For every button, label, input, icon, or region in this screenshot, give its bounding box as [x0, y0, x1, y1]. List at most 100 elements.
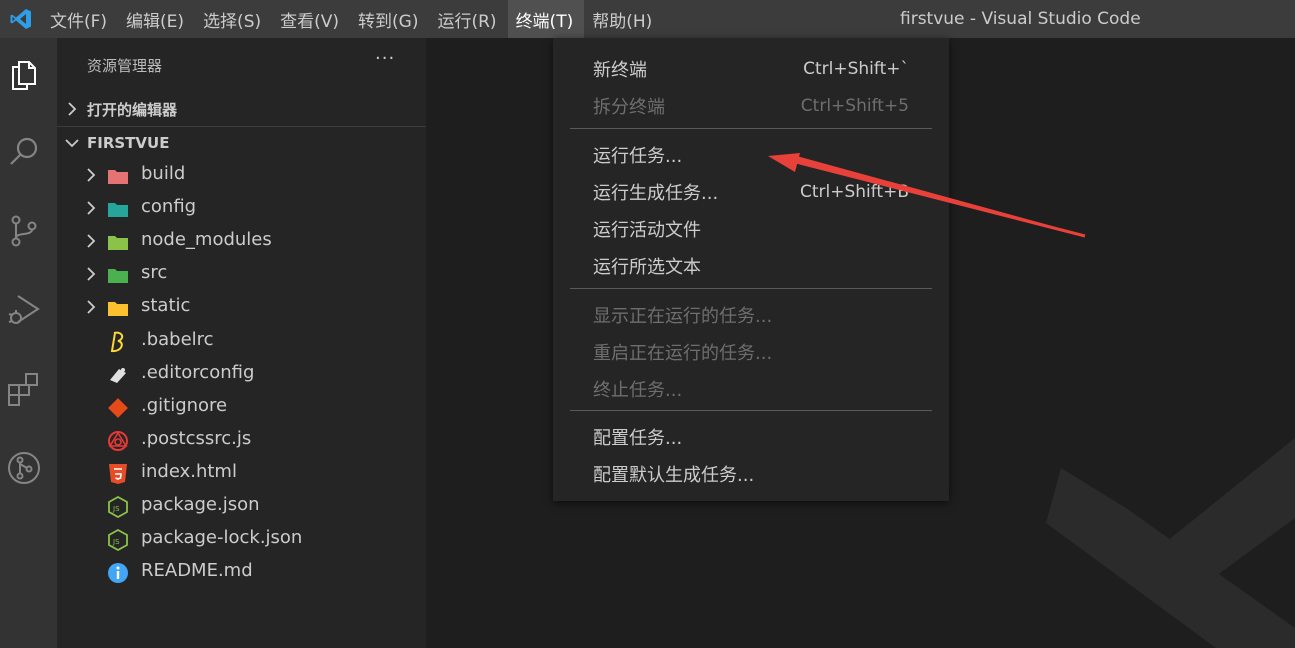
project-section[interactable]: FIRSTVUE: [57, 128, 426, 158]
terminal-menu-item[interactable]: 运行所选文本: [553, 247, 949, 284]
nodejs-icon: JS: [107, 529, 129, 551]
menu-item-label: 运行生成任务...: [593, 182, 719, 204]
tree-item-label: static: [141, 295, 191, 316]
chevron-right-icon: [85, 266, 97, 287]
tree-item-label: .editorconfig: [141, 362, 255, 383]
chevron-down-icon: [57, 137, 87, 149]
menu-separator: [570, 288, 932, 289]
terminal-dropdown-menu: 新终端 Ctrl+Shift+` 拆分终端 Ctrl+Shift+5 运行任务... 运行…: [553, 38, 949, 501]
explorer-sidebar: 资源管理器 ··· 打开的编辑器 FIRSTVUE build config nod…: [57, 38, 426, 648]
folder-config-icon: [107, 198, 129, 220]
activity-bar: [0, 38, 57, 648]
tree-item-label: README.md: [141, 560, 253, 581]
file-row[interactable]: .babelrc: [57, 325, 426, 358]
editorconfig-icon: [107, 364, 129, 386]
terminal-menu-item[interactable]: 运行生成任务... Ctrl+Shift+B: [553, 173, 949, 210]
tree-item-label: config: [141, 196, 197, 217]
chevron-right-icon: [85, 167, 97, 188]
menu-item-label: 显示正在运行的任务...: [593, 305, 773, 327]
babel-icon: [107, 331, 129, 353]
chevron-right-icon: [57, 102, 87, 116]
file-row[interactable]: .editorconfig: [57, 358, 426, 391]
menu-item-shortcut: Ctrl+Shift+B: [799, 181, 909, 202]
menu-item-label: 配置任务...: [593, 427, 683, 449]
vscode-logo-icon: [0, 0, 42, 38]
file-row[interactable]: index.html: [57, 457, 426, 490]
chevron-right-icon: [85, 299, 97, 320]
terminal-menu-item[interactable]: 新终端 Ctrl+Shift+`: [553, 50, 949, 87]
menu-item-label: 新终端: [593, 59, 647, 81]
open-editors-section[interactable]: 打开的编辑器: [57, 94, 426, 124]
tree-item-label: package-lock.json: [141, 527, 303, 548]
menu-item[interactable]: 运行(R): [429, 0, 507, 38]
terminal-menu-item[interactable]: 运行任务...: [553, 136, 949, 173]
file-row[interactable]: JS package.json: [57, 490, 426, 523]
info-icon: [107, 562, 129, 584]
files-icon[interactable]: [0, 51, 48, 99]
menu-item[interactable]: 查看(V): [272, 0, 350, 38]
folder-row[interactable]: build: [57, 159, 426, 192]
svg-text:JS: JS: [112, 505, 120, 513]
postcss-icon: [107, 430, 129, 452]
folder-row[interactable]: src: [57, 258, 426, 291]
terminal-menu-item: 终止任务...: [553, 370, 949, 407]
terminal-menu-item[interactable]: 配置任务...: [553, 418, 949, 455]
file-row[interactable]: .postcssrc.js: [57, 424, 426, 457]
terminal-menu-item[interactable]: 配置默认生成任务...: [553, 455, 949, 492]
file-row[interactable]: JS package-lock.json: [57, 523, 426, 556]
title-bar: 文件(F) 编辑(E) 选择(S) 查看(V) 转到(G) 运行(R) 终端(T) 帮助(H)…: [0, 0, 1295, 38]
project-label: FIRSTVUE: [87, 134, 170, 152]
tree-item-label: .postcssrc.js: [141, 428, 252, 449]
folder-row[interactable]: config: [57, 192, 426, 225]
git-icon: [107, 397, 129, 419]
more-actions-button[interactable]: ···: [375, 48, 395, 69]
terminal-menu-item: 显示正在运行的任务...: [553, 296, 949, 333]
file-row[interactable]: README.md: [57, 556, 426, 589]
source-control-icon[interactable]: [0, 207, 48, 255]
folder-row[interactable]: node_modules: [57, 225, 426, 258]
menu-separator: [570, 410, 932, 411]
svg-text:JS: JS: [112, 538, 120, 546]
menu-item-label: 配置默认生成任务...: [593, 464, 755, 486]
folder-build-icon: [107, 165, 129, 187]
folder-src-icon: [107, 264, 129, 286]
nodejs-icon: JS: [107, 496, 129, 518]
chevron-right-icon: [85, 233, 97, 254]
window-title: firstvue - Visual Studio Code: [900, 9, 1141, 29]
open-editors-label: 打开的编辑器: [87, 100, 178, 119]
chevron-right-icon: [85, 200, 97, 221]
menu-item-label: 运行所选文本: [593, 256, 701, 278]
menu-item[interactable]: 转到(G): [350, 0, 429, 38]
menu-separator: [570, 128, 932, 129]
tree-item-label: build: [141, 163, 186, 184]
terminal-menu-item[interactable]: 运行活动文件: [553, 210, 949, 247]
file-row[interactable]: .gitignore: [57, 391, 426, 424]
menu-item-shortcut: Ctrl+Shift+`: [803, 58, 909, 79]
menu-item[interactable]: 帮助(H): [584, 0, 663, 38]
git-graph-icon[interactable]: [0, 444, 48, 492]
extensions-icon[interactable]: [0, 365, 48, 413]
menu-item[interactable]: 终端(T): [507, 0, 585, 38]
menu-item[interactable]: 文件(F): [42, 0, 118, 38]
menu-item[interactable]: 选择(S): [195, 0, 272, 38]
folder-static-icon: [107, 297, 129, 319]
folder-node-icon: [107, 231, 129, 253]
menu-item-label: 重启正在运行的任务...: [593, 342, 773, 364]
menu-item[interactable]: 编辑(E): [118, 0, 195, 38]
menu-item-label: 运行任务...: [593, 145, 683, 167]
tree-item-label: .gitignore: [141, 395, 228, 416]
sidebar-title: 资源管理器: [87, 57, 163, 75]
menu-item-label: 运行活动文件: [593, 219, 701, 241]
search-icon[interactable]: [0, 128, 48, 176]
tree-item-label: index.html: [141, 461, 237, 482]
menu-item-shortcut: Ctrl+Shift+5: [800, 95, 909, 116]
html5-icon: [107, 463, 129, 485]
menu-item-label: 拆分终端: [593, 96, 665, 118]
tree-item-label: src: [141, 262, 168, 283]
folder-row[interactable]: static: [57, 291, 426, 324]
terminal-menu-item: 重启正在运行的任务...: [553, 333, 949, 370]
run-debug-icon[interactable]: [0, 286, 48, 334]
section-divider: [57, 126, 426, 127]
menu-item-label: 终止任务...: [593, 379, 683, 401]
menu-bar: 文件(F) 编辑(E) 选择(S) 查看(V) 转到(G) 运行(R) 终端(T) 帮助(H): [42, 0, 663, 38]
